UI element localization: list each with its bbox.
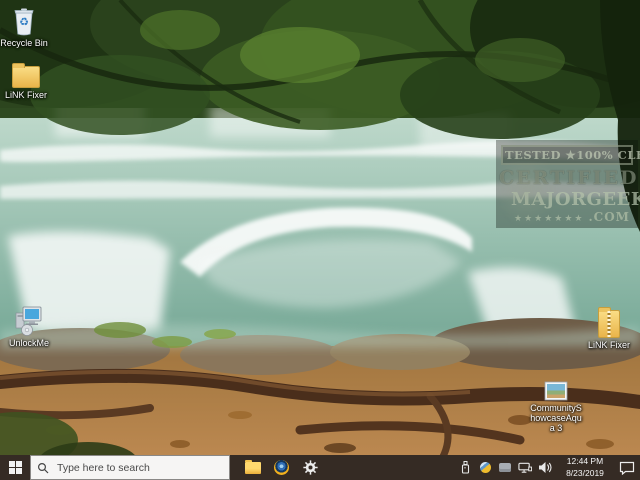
start-button[interactable]	[0, 455, 30, 480]
browser-button[interactable]	[267, 455, 296, 480]
eagle-graphic	[500, 162, 558, 228]
search-input[interactable]	[55, 460, 223, 475]
desktop-icon-link-fixer-zip[interactable]: LiNK Fixer	[581, 307, 637, 350]
desktop-icon-link-fixer-folder[interactable]: LiNK Fixer	[0, 63, 54, 100]
desktop-icon-community-showcase-aqua[interactable]: CommunityShowcaseAqua 3	[528, 381, 584, 433]
network-icon	[518, 462, 532, 473]
desktop-icon-recycle-bin[interactable]: ♻ Recycle Bin	[0, 6, 52, 48]
volume-icon	[539, 462, 552, 473]
browser-icon	[274, 460, 289, 475]
volume-tray-button[interactable]	[538, 460, 552, 476]
usb-icon	[461, 461, 469, 474]
desktop-icon-label: LiNK Fixer	[587, 340, 630, 350]
theme-file-icon	[544, 381, 568, 401]
clock-time: 12:44 PM	[566, 456, 604, 467]
vm-tray-button[interactable]	[498, 460, 512, 476]
file-explorer-button[interactable]	[238, 455, 267, 480]
clock-date: 8/23/2019	[566, 467, 604, 478]
windows-logo-icon	[8, 461, 22, 474]
installer-icon	[15, 306, 43, 336]
vm-icon	[499, 463, 511, 472]
svg-text:♻: ♻	[19, 17, 29, 29]
watermark-domain: .COM	[588, 210, 630, 224]
taskbar-empty-space	[325, 455, 454, 480]
desktop-icon-label: CommunityShowcaseAqua 3	[530, 403, 582, 434]
taskbar-clock[interactable]: 12:44 PM 8/23/2019	[556, 455, 614, 480]
taskbar-search[interactable]	[30, 455, 230, 480]
file-explorer-icon	[244, 459, 261, 474]
desktop-icon-unlockme[interactable]: UnlockMe	[1, 306, 57, 348]
taskbar: 12:44 PM 8/23/2019	[0, 455, 640, 480]
network-tray-button[interactable]	[518, 460, 532, 476]
system-tray	[454, 455, 556, 480]
recycle-bin-icon: ♻	[13, 6, 35, 36]
desktop-icon-label: Recycle Bin	[0, 38, 48, 48]
action-center-button[interactable]	[614, 455, 640, 480]
desktop-icon-label: LiNK Fixer	[4, 90, 47, 100]
zip-folder-icon	[598, 307, 620, 338]
majorgeeks-watermark: TESTED ★100% CLEAN CERTIFIED MAJORGEEKS …	[496, 140, 640, 228]
desktop-icon-label: UnlockMe	[8, 338, 49, 348]
action-center-icon	[619, 461, 635, 475]
search-icon	[37, 462, 49, 473]
usb-tray-button[interactable]	[458, 460, 472, 476]
app-status-icon	[479, 462, 491, 473]
app-status-tray-button[interactable]	[478, 460, 492, 476]
settings-button[interactable]	[296, 455, 325, 480]
settings-gear-icon	[303, 460, 318, 475]
folder-icon	[12, 63, 40, 88]
windows-desktop: TESTED ★100% CLEAN CERTIFIED MAJORGEEKS …	[0, 0, 640, 480]
